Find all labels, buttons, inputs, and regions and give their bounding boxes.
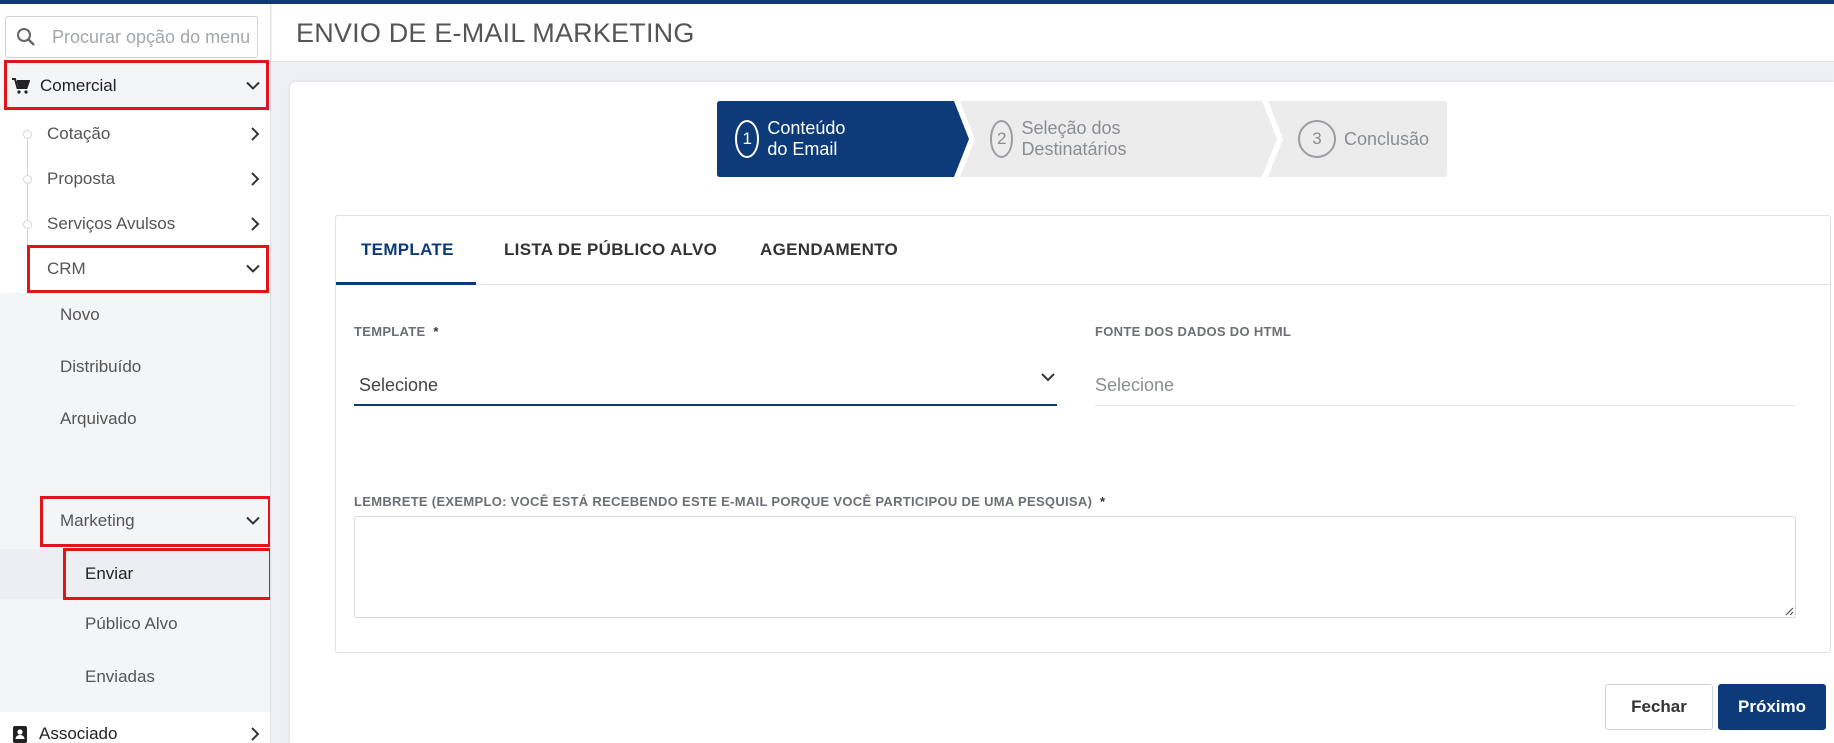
sidebar-item-enviadas[interactable]: Enviadas [0, 654, 270, 700]
chevron-right-icon [251, 127, 260, 141]
active-tab-indicator [336, 282, 476, 285]
step-label: Seleção dos Destinatários [1021, 118, 1127, 159]
sidebar-item-proposta[interactable]: Proposta [0, 157, 270, 201]
sidebar-item-novo[interactable]: Novo [0, 293, 270, 337]
tab-lista-publico-alvo[interactable]: LISTA DE PÚBLICO ALVO [504, 240, 717, 260]
tab-agendamento[interactable]: AGENDAMENTO [760, 240, 898, 260]
page-header: ENVIO DE E-MAIL MARKETING [272, 4, 1834, 62]
search-input[interactable] [52, 26, 252, 48]
sidebar-item-distribuido[interactable]: Distribuído [0, 345, 270, 389]
sidebar-label-arquivado: Arquivado [60, 409, 137, 428]
sidebar-item-arquivado[interactable]: Arquivado [0, 397, 270, 441]
step-label: Conclusão [1344, 128, 1430, 149]
sidebar-item-servicos-avulsos[interactable]: Serviços Avulsos [0, 202, 270, 246]
template-label: TEMPLATE * [354, 324, 439, 339]
chevron-right-icon [251, 217, 260, 231]
step-3[interactable]: 3 Conclusão [1298, 101, 1429, 177]
sidebar: Comercial Cotação Proposta Serviços Avul… [0, 4, 271, 743]
sidebar-label-cotacao: Cotação [47, 124, 111, 143]
sidebar-label-servicos: Serviços Avulsos [47, 214, 176, 233]
step-1[interactable]: 1 Conteúdo do Email [735, 101, 859, 177]
template-select[interactable]: Selecione [354, 361, 1057, 406]
menu-search[interactable] [5, 16, 258, 58]
page-title: ENVIO DE E-MAIL MARKETING [296, 18, 695, 48]
fonte-dados-select[interactable]: Selecione [1095, 361, 1795, 406]
highlight-crm [27, 245, 269, 293]
step-number: 1 [735, 120, 760, 158]
fonte-dados-label: FONTE DOS DADOS DO HTML [1095, 324, 1292, 339]
sidebar-label-publico: Público Alvo [85, 614, 178, 633]
resize-handle-icon[interactable] [1784, 606, 1794, 616]
highlight-comercial [4, 60, 269, 110]
next-button[interactable]: Próximo [1718, 684, 1826, 730]
contact-card-icon [13, 725, 27, 743]
highlight-enviar [63, 548, 270, 600]
sidebar-label-proposta: Proposta [47, 169, 116, 188]
fonte-dados-value: Selecione [1095, 375, 1175, 395]
chevron-down-icon [1041, 373, 1055, 382]
chevron-right-icon [251, 172, 260, 186]
sidebar-label-distribuido: Distribuído [60, 357, 142, 376]
sidebar-label-enviadas: Enviadas [85, 667, 155, 686]
sidebar-item-publico-alvo[interactable]: Público Alvo [0, 601, 270, 647]
tab-bar: TEMPLATE LISTA DE PÚBLICO ALVO AGENDAMEN… [336, 216, 1830, 285]
highlight-marketing [40, 496, 270, 547]
sidebar-label-associado: Associado [39, 724, 118, 743]
sidebar-item-associado[interactable]: Associado [0, 712, 270, 743]
step-number: 3 [1298, 120, 1336, 158]
close-button[interactable]: Fechar [1605, 684, 1713, 730]
form-panel: TEMPLATE LISTA DE PÚBLICO ALVO AGENDAMEN… [335, 215, 1831, 653]
search-icon [17, 28, 35, 46]
step-2[interactable]: 2 Seleção dos Destinatários [990, 101, 1141, 177]
chevron-right-icon [251, 727, 260, 741]
sidebar-label-novo: Novo [60, 305, 100, 324]
lembrete-textarea[interactable] [354, 516, 1796, 618]
lembrete-label: LEMBRETE (EXEMPLO: VOCÊ ESTÁ RECEBENDO E… [354, 494, 1106, 509]
step-number: 2 [990, 120, 1014, 158]
tab-template[interactable]: TEMPLATE [361, 240, 454, 260]
sidebar-item-cotacao[interactable]: Cotação [0, 112, 270, 156]
step-label: Conteúdo do Email [767, 118, 846, 159]
template-select-value: Selecione [359, 375, 439, 395]
